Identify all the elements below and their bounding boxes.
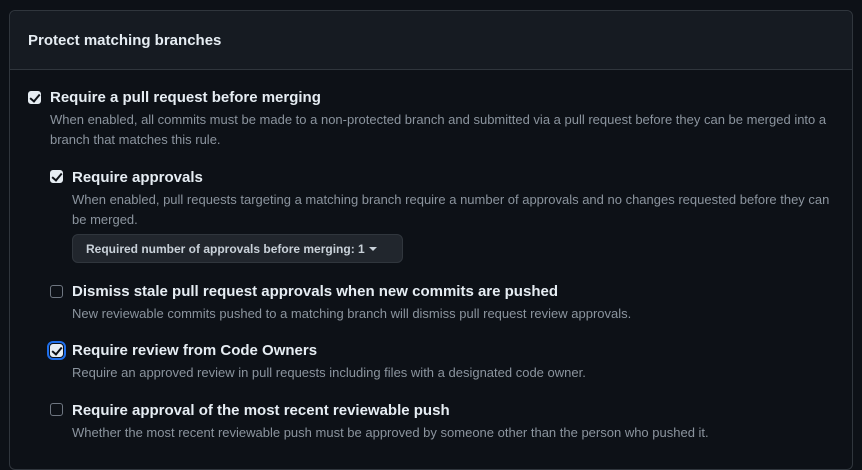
code-owners-review-label: Require review from Code Owners — [72, 342, 318, 359]
dismiss-stale-approvals-checkbox[interactable] — [50, 285, 63, 298]
required-approvals-dropdown-label: Required number of approvals before merg… — [86, 241, 365, 256]
required-approvals-dropdown[interactable]: Required number of approvals before merg… — [72, 234, 403, 263]
require-pull-request-label: Require a pull request before merging — [50, 89, 321, 106]
require-pull-request-description: When enabled, all commits must be made t… — [50, 112, 827, 147]
most-recent-push-approval-description: Whether the most recent reviewable push … — [72, 425, 709, 440]
section-title: Protect matching branches — [28, 31, 222, 49]
require-pull-request-checkbox[interactable] — [28, 91, 41, 104]
dismiss-stale-approvals-description: New reviewable commits pushed to a match… — [72, 306, 632, 321]
code-owners-review-checkbox[interactable] — [47, 341, 66, 360]
most-recent-push-approval-label: Require approval of the most recent revi… — [72, 402, 450, 419]
code-owners-review-description: Require an approved review in pull reque… — [72, 365, 586, 380]
dismiss-stale-approvals-label: Dismiss stale pull request approvals whe… — [72, 283, 558, 300]
chevron-down-icon — [368, 246, 377, 251]
most-recent-push-approval-checkbox[interactable] — [50, 403, 63, 416]
require-approvals-checkbox[interactable] — [50, 170, 63, 183]
panel-header: Protect matching branches — [10, 11, 852, 70]
require-approvals-label: Require approvals — [72, 169, 203, 186]
require-approvals-description: When enabled, pull requests targeting a … — [72, 192, 830, 227]
